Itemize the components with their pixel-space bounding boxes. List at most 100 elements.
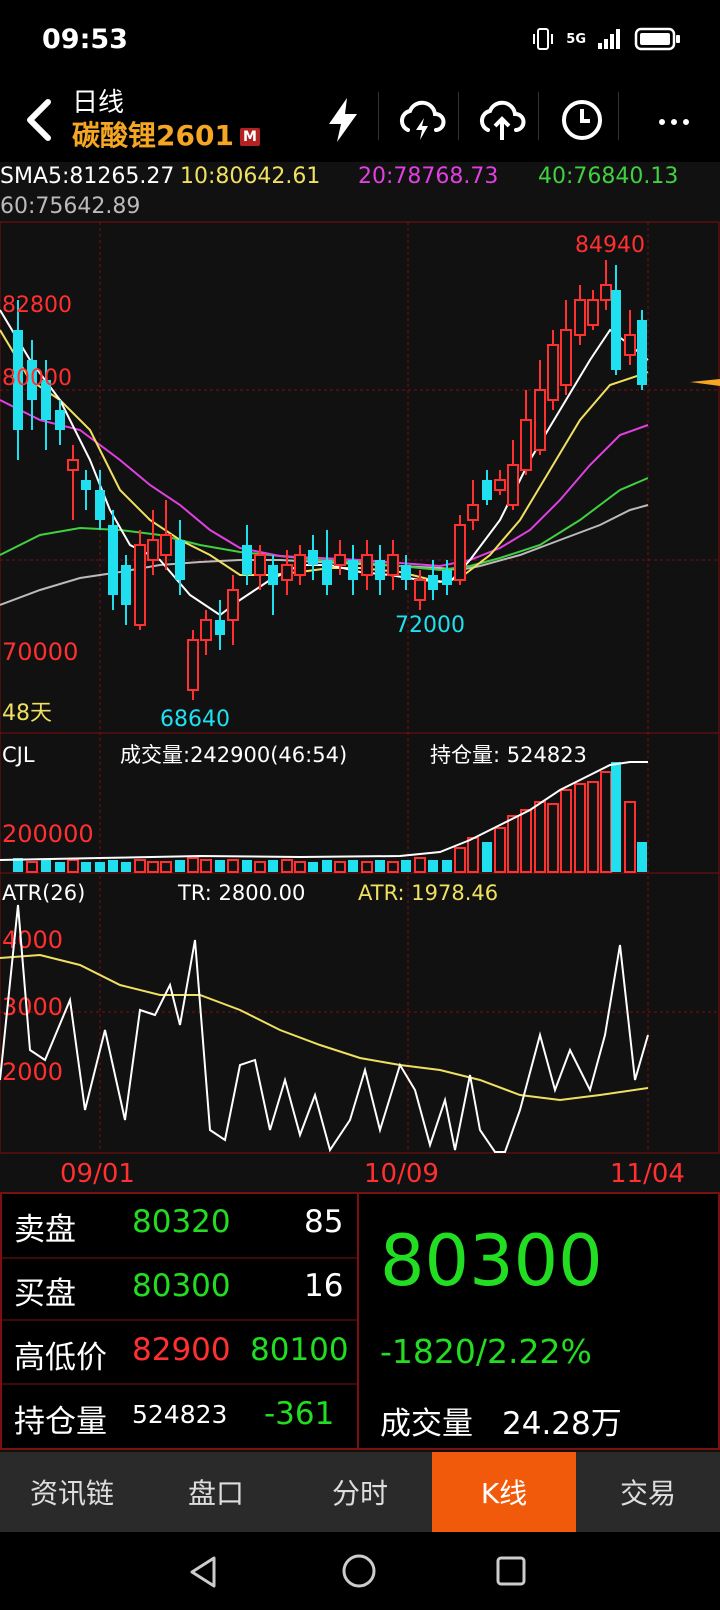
atr-y-2000: 2000 [2,1058,63,1086]
high-low-label: 高低价 [14,1340,107,1376]
volume-bar [624,801,636,873]
volume-bar [600,771,612,873]
status-time: 09:53 [42,24,128,55]
volume-bar [200,859,212,873]
current-price-marker [690,379,720,386]
clock-button[interactable] [554,92,610,148]
date-label-1: 09/01 [60,1159,135,1189]
price-change: -1820/2.22% [380,1332,592,1371]
symbol-name[interactable]: 碳酸锂2601 M [72,114,260,154]
candle-body [494,479,506,491]
tab-intraday[interactable]: 分时 [288,1452,432,1532]
volume-bar [281,859,293,873]
date-label-2: 10/09 [364,1159,439,1189]
triangle-back-icon[interactable] [186,1554,220,1590]
volume-bar [560,789,572,873]
volume-bar [587,781,599,873]
status-icons: 5G [530,26,682,52]
candle-body [611,290,621,370]
tr-line [0,904,649,1153]
candle-body [637,320,647,385]
tab-order-book[interactable]: 盘口 [144,1452,288,1532]
back-icon [27,99,51,141]
atr-y-3000: 3000 [2,993,63,1021]
volume-bar [41,860,51,872]
volume-bar [254,861,266,873]
volume-bar [547,803,559,873]
tab-label: 资讯链 [29,1477,114,1510]
volume-bar [26,861,38,873]
candle-body [215,620,225,635]
kline-chart[interactable]: 84940 82800 80000 72000 70000 68640 48天 … [0,160,720,1190]
volume-bars [13,762,647,873]
tab-news-chain[interactable]: 资讯链 [0,1452,144,1532]
main-contract-badge: M [239,128,260,146]
bid-label: 买盘 [14,1276,76,1312]
label-82800: 82800 [2,293,72,318]
cloud-upload-button[interactable] [474,92,530,148]
volume-bar [175,860,185,872]
open-interest-value: 持仓量: 524823 [430,743,587,767]
candle-body [108,525,118,595]
tab-kline[interactable]: K线 [432,1452,576,1532]
volume-bar [187,857,199,873]
candle-body [387,554,399,576]
volume-bar [294,861,306,873]
candle-body [547,344,559,401]
lightning-button[interactable] [315,92,371,148]
volume-bar [520,809,532,873]
square-recent-icon[interactable] [494,1554,528,1588]
back-button[interactable] [14,90,70,150]
volume-bar [67,859,79,873]
candle-body [268,565,278,585]
candle-body [227,589,239,621]
candle-body [187,639,199,691]
quote-panel: 卖盘 80320 85 买盘 80300 16 高低价 82900 80100 … [0,1192,720,1450]
volume-bar [334,861,346,873]
candle-body [348,560,358,580]
candle-body [375,560,385,580]
candlesticks [13,260,647,700]
volume-bar [55,862,65,872]
volume-bar [387,861,399,873]
open-interest-label: 持仓量 [14,1404,107,1440]
volume-bar [442,860,452,872]
volume-bar [637,842,647,872]
volume-total: 24.28万 [502,1406,622,1442]
ask-price[interactable]: 80320 [132,1204,231,1240]
header-separator [458,92,459,140]
candle-body [428,575,438,590]
volume-bar [322,860,332,872]
candle-body [294,554,306,576]
candle-body [454,524,466,581]
open-interest-change: -361 [264,1396,335,1432]
volume-bar [215,860,225,872]
bid-price[interactable]: 80300 [132,1268,231,1304]
candle-body [134,544,146,626]
volume-bar [494,827,506,873]
candle-body [401,565,411,580]
high-price: 82900 [132,1332,231,1368]
candle-body [322,560,332,585]
header-separator [618,92,619,140]
candle-body [242,545,252,575]
lightning-icon [329,98,357,142]
candle-body [482,480,492,500]
header-separator [378,92,379,140]
candle-body [160,534,172,556]
volume-bar [534,801,546,873]
more-button[interactable] [650,92,706,148]
candle-body [308,550,318,565]
cloud-download-icon [399,100,446,140]
battery-icon [634,27,680,51]
system-nav-bar [0,1532,720,1610]
circle-home-icon[interactable] [340,1552,378,1590]
volume-bar [134,859,146,873]
label-72000: 72000 [395,613,465,638]
tr-value: TR: 2800.00 [177,881,305,905]
candle-body [574,299,586,336]
candle-body [175,540,185,580]
label-high: 84940 [575,233,645,258]
tab-trade[interactable]: 交易 [576,1452,720,1532]
cloud-download-button[interactable] [394,92,450,148]
